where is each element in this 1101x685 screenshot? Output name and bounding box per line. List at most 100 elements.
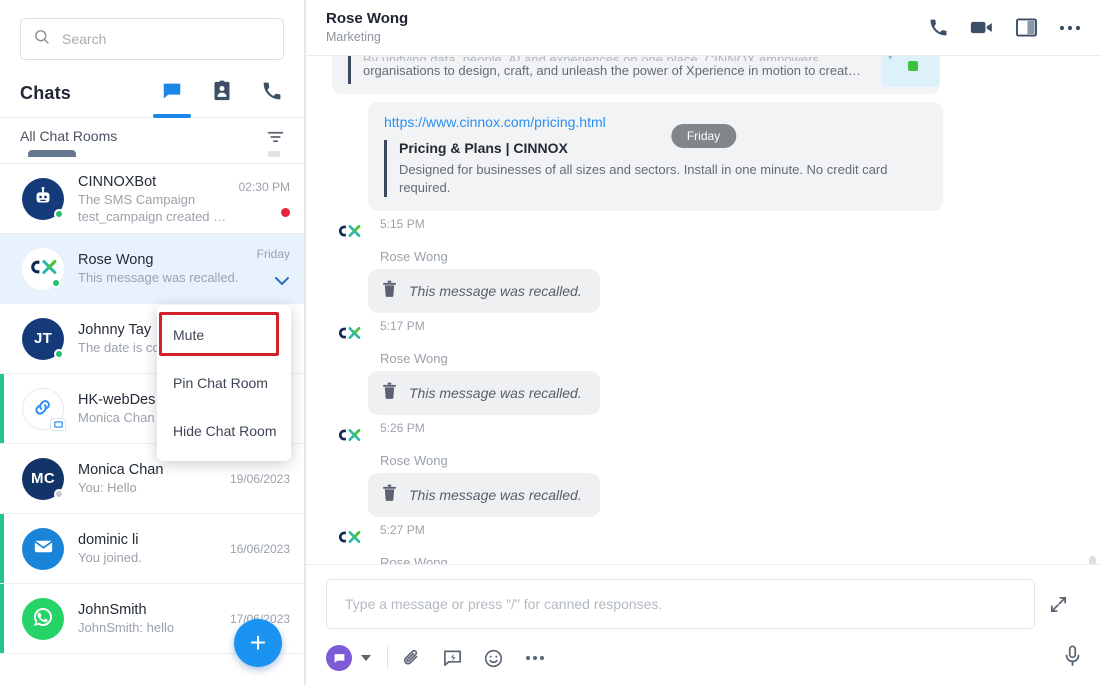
message-group-recalled-4: Rose Wong <box>332 555 1075 564</box>
chat-application: Chats <box>0 0 1101 685</box>
chat-room-context-menu[interactable]: Mute Pin Chat Room Hide Chat Room <box>157 305 291 461</box>
chat-list-item-preview: You joined. <box>78 550 142 565</box>
split-panel-button[interactable] <box>1016 18 1037 37</box>
emoji-picker-button[interactable] <box>484 649 503 668</box>
robot-icon <box>32 186 54 212</box>
composer-box[interactable] <box>326 579 1035 629</box>
message-row-recalled: This message was recalled. 5:17 PM <box>332 269 1075 349</box>
more-options-button[interactable] <box>1059 25 1081 31</box>
recalled-message-text: This message was recalled. <box>409 385 582 401</box>
link-url[interactable]: https://www.cinnox.com/pricing.html <box>384 114 927 130</box>
avatar: MC <box>22 457 64 500</box>
microphone-button[interactable] <box>1064 645 1081 672</box>
chats-header: Chats <box>0 70 304 118</box>
message-scrollbar[interactable] <box>1089 556 1096 564</box>
message-row-recalled: This message was recalled. 5:27 PM <box>332 473 1075 553</box>
tab-contacts[interactable] <box>210 70 234 117</box>
context-menu-item-pin-chat-room[interactable]: Pin Chat Room <box>157 359 291 407</box>
sidebar-tabs <box>153 70 284 118</box>
chat-list-item-preview: The SMS Campaign test_campaign created b… <box>78 191 227 224</box>
attach-file-button[interactable] <box>402 648 421 668</box>
tab-calls[interactable] <box>260 70 284 117</box>
message-input[interactable] <box>345 596 1016 612</box>
chat-list-item-name: CINNOXBot <box>78 173 157 190</box>
more-tools-button[interactable] <box>525 655 545 661</box>
status-dot-icon <box>908 61 918 71</box>
conversation-subtitle: Marketing <box>326 30 381 44</box>
tab-chats[interactable] <box>153 70 191 118</box>
recalled-message-bubble: This message was recalled. <box>368 269 600 313</box>
day-divider: Friday <box>670 124 737 148</box>
message-list[interactable]: Friday By unifying data, people, AI and … <box>306 56 1101 564</box>
chat-list-item-dominic-li[interactable]: dominic li You joined. 16/06/2023 <box>0 514 304 584</box>
context-menu-item-hide-chat-room[interactable]: Hide Chat Room <box>157 407 291 455</box>
link-card-title: Pricing & Plans | CINNOX <box>399 140 568 156</box>
composer-input-row <box>326 579 1081 629</box>
chat-list-item-time: 02:30 PM <box>238 180 290 194</box>
chat-list-item-name: Rose Wong <box>78 252 154 268</box>
conversation-header: Rose Wong Marketing <box>306 0 1101 56</box>
presence-indicator <box>51 277 61 288</box>
chat-list-item-text: Rose Wong This message was recalled. <box>78 251 249 286</box>
message-timestamp: 5:27 PM <box>380 523 425 537</box>
presence-indicator <box>54 348 64 359</box>
message-row-recalled: This message was recalled. 5:26 PM <box>332 371 1075 451</box>
trash-icon <box>382 484 397 506</box>
chat-list-item-cinnoxbot[interactable]: CINNOXBot The SMS Campaign test_campaign… <box>0 164 304 234</box>
message-avatar <box>332 417 368 451</box>
chat-bubble-icon <box>161 80 183 107</box>
plus-icon: + <box>249 627 267 658</box>
recalled-message-bubble: This message was recalled. <box>368 371 600 415</box>
chat-list-item-text: dominic li You joined. <box>78 531 222 566</box>
presence-indicator <box>54 488 64 499</box>
clipped-card-body: By unifying data, people, AI and experie… <box>348 56 924 84</box>
message-timestamp: 5:26 PM <box>380 421 425 435</box>
clipped-line-2: organisations to design, craft, and unle… <box>363 63 861 78</box>
channel-selector[interactable] <box>326 645 371 671</box>
clipped-line-1: By unifying data, people, AI and experie… <box>363 56 924 61</box>
conversation-title: Rose Wong <box>326 10 409 27</box>
chat-list-item-meta: 19/06/2023 <box>230 456 290 502</box>
trash-icon <box>382 280 397 302</box>
message-sender: Rose Wong <box>380 351 448 366</box>
search-box[interactable] <box>20 18 284 60</box>
message-avatar <box>332 213 368 247</box>
chevron-down-icon[interactable] <box>274 273 290 291</box>
channel-badge-icon <box>50 417 66 431</box>
chat-list-item-name: dominic li <box>78 532 139 548</box>
chat-list-item-time: Friday <box>256 246 290 261</box>
link-preview-card[interactable]: https://www.cinnox.com/pricing.html Pric… <box>368 102 943 211</box>
chat-list-item-text: CINNOXBot The SMS Campaign test_campaign… <box>78 173 231 225</box>
message-sender: Rose Wong <box>380 249 448 264</box>
avatar-initials: JT <box>33 330 53 347</box>
phone-icon <box>262 81 282 106</box>
avatar <box>22 247 64 290</box>
sidebar: Chats <box>0 0 305 685</box>
avatar-initials: MC <box>31 470 55 487</box>
message-content: This message was recalled. 5:27 PM <box>368 473 1075 553</box>
message-content: This message was recalled. 5:17 PM <box>368 269 1075 349</box>
conversation-panel: Rose Wong Marketing Friday organisations… <box>305 0 1101 685</box>
message-timestamp: 5:15 PM <box>380 217 425 231</box>
message-sender: Rose Wong <box>380 453 448 468</box>
chat-list-item-preview: JohnSmith: hello <box>78 620 175 635</box>
chat-list-item-text: Monica Chan You: Hello <box>78 461 222 496</box>
context-menu-item-mute[interactable]: Mute <box>157 311 291 359</box>
video-call-button[interactable] <box>970 19 994 36</box>
expand-composer-button[interactable] <box>1035 595 1081 614</box>
message-avatar <box>332 315 368 349</box>
avatar <box>22 527 64 570</box>
conversation-identity: Rose Wong Marketing <box>326 10 408 45</box>
link-card-description: Designed for businesses of all sizes and… <box>399 162 888 195</box>
filter-list-icon[interactable] <box>267 130 284 149</box>
canned-response-button[interactable] <box>443 649 462 668</box>
composer-toolbar <box>326 643 1081 673</box>
voice-call-button[interactable] <box>929 18 948 37</box>
chat-list-item-rose-wong[interactable]: Rose Wong This message was recalled. Fri… <box>0 234 304 304</box>
message-timestamp: 5:17 PM <box>380 319 425 333</box>
toolbar-divider <box>387 646 388 670</box>
chat-list-item-preview: You: Hello <box>78 480 137 495</box>
search-input[interactable] <box>62 31 271 47</box>
new-chat-button[interactable]: + <box>234 619 282 667</box>
chat-list-item-time: 16/06/2023 <box>229 541 290 556</box>
